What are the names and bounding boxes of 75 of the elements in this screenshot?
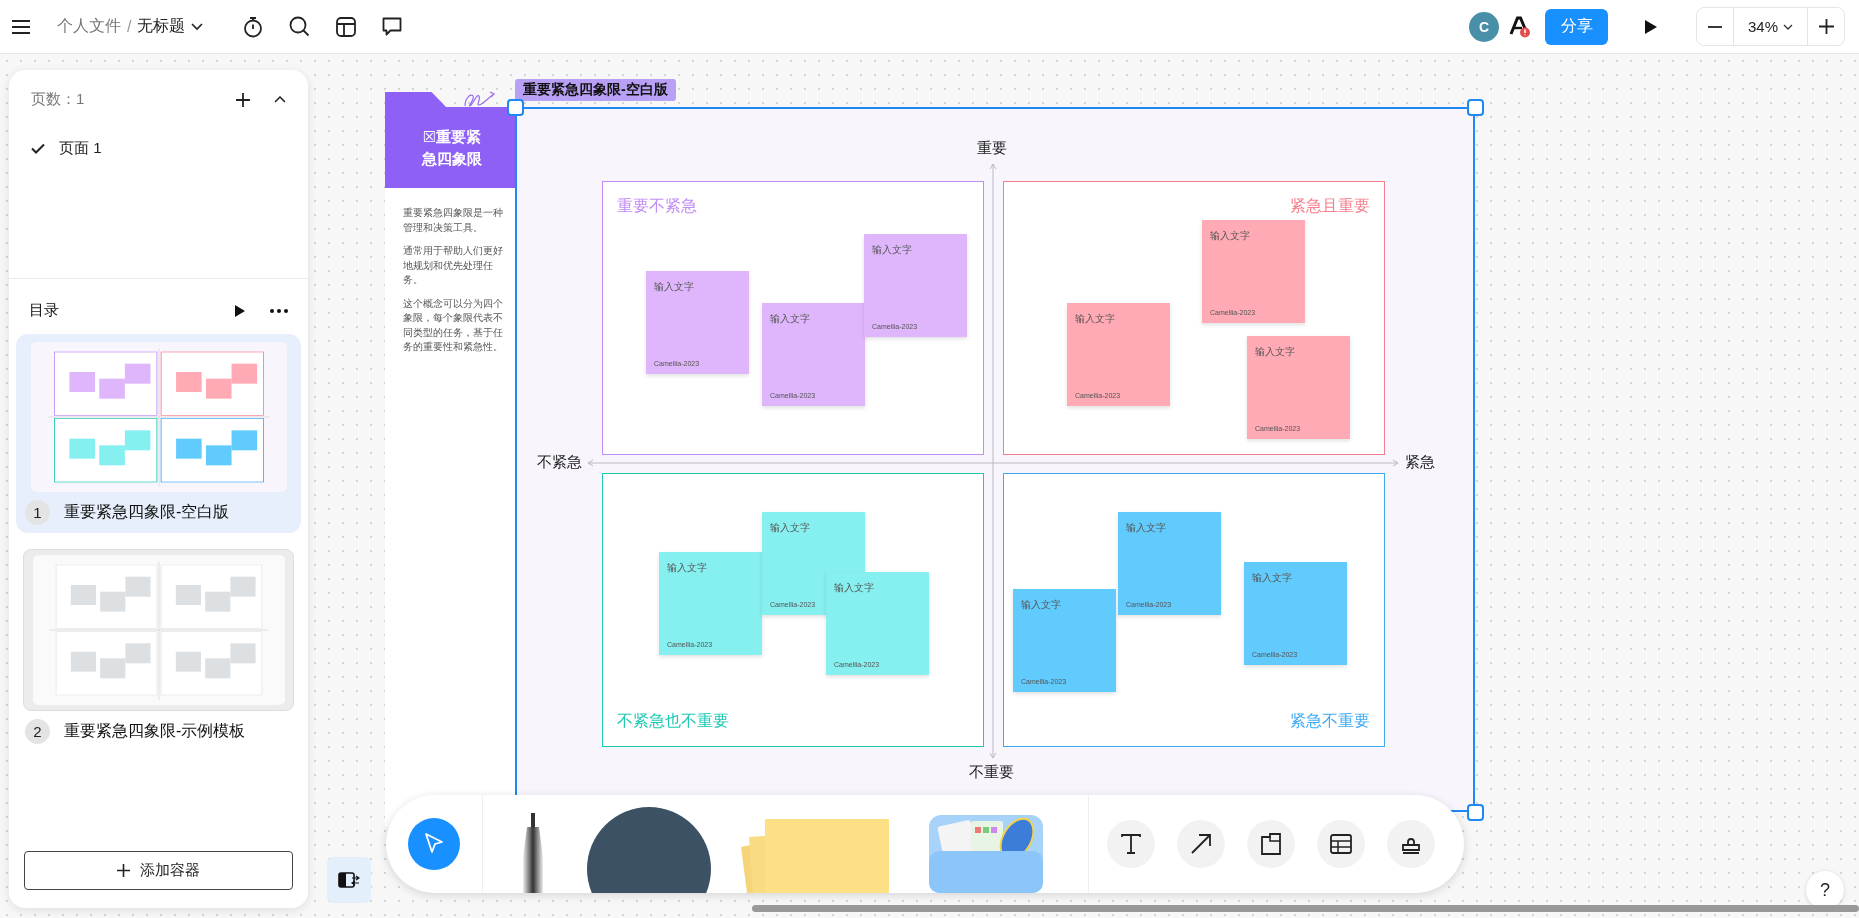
add-container-button[interactable]: 添加容器: [24, 851, 293, 890]
shape-drawing[interactable]: [587, 805, 711, 893]
menu-icon[interactable]: [11, 18, 31, 35]
document-title[interactable]: 无标题: [137, 16, 186, 37]
page-count: 页数：1: [31, 90, 86, 109]
page-item[interactable]: 页面 1: [9, 139, 308, 158]
plus-icon: [117, 864, 130, 877]
info-card-title: ☒重要紧急四象限: [420, 126, 483, 169]
quadrant-title: 重要不紧急: [617, 196, 697, 216]
template-icon[interactable]: [336, 16, 357, 37]
note-text: 输入文字: [770, 312, 810, 326]
axis-label: 紧急: [1405, 453, 1435, 472]
note-text: 输入文字: [1210, 229, 1250, 243]
stamp-tool[interactable]: [1387, 820, 1435, 868]
note-text: 输入文字: [770, 521, 810, 535]
outline-item-label: 重要紧急四象限-示例模板: [64, 721, 246, 741]
info-paragraph: 这个概念可以分为四个象限，每个象限代表不同类型的任务，基于任务的重要性和紧急性。: [403, 296, 504, 354]
table-icon: [1330, 834, 1352, 854]
outline-index: 1: [25, 500, 50, 525]
note-text: 输入文字: [1021, 598, 1061, 612]
user-avatar[interactable]: C: [1469, 11, 1499, 42]
frame-icon: [1261, 833, 1281, 855]
present-icon[interactable]: [1644, 18, 1658, 35]
quadrant-title: 不紧急也不重要: [617, 711, 729, 731]
table-tool[interactable]: [1317, 820, 1365, 868]
pointer-icon: [423, 832, 445, 856]
comment-icon[interactable]: [382, 17, 403, 36]
note-text: 输入文字: [1252, 571, 1292, 585]
note-text: 输入文字: [654, 280, 694, 294]
resize-handle[interactable]: [507, 99, 524, 116]
text-icon: [1120, 833, 1142, 855]
resize-handle[interactable]: [1467, 804, 1484, 821]
select-tool[interactable]: [408, 818, 460, 870]
font-warning-icon[interactable]: [1509, 15, 1531, 38]
outline-index: 2: [25, 719, 50, 744]
zoom-level-dropdown[interactable]: 34%: [1733, 8, 1808, 45]
panel-switch-icon: [338, 871, 360, 889]
note-text: 输入文字: [667, 561, 707, 575]
timer-icon[interactable]: [243, 15, 264, 38]
info-paragraph: 重要紧急四象限是一种管理和决策工具。: [403, 206, 504, 235]
outline-item[interactable]: 1 重要紧急四象限-空白版: [16, 334, 301, 533]
horizontal-scrollbar[interactable]: [752, 905, 1859, 912]
plus-icon: [1818, 19, 1834, 34]
check-icon: [31, 143, 45, 154]
materials-drawing[interactable]: [927, 813, 1045, 893]
search-icon[interactable]: [289, 16, 311, 37]
quadrant-title: 紧急且重要: [1290, 196, 1370, 216]
more-icon[interactable]: [270, 308, 288, 313]
outline-item-label: 重要紧急四象限-空白版: [64, 502, 230, 522]
share-button[interactable]: 分享: [1545, 8, 1608, 45]
outline-title: 目录: [29, 301, 60, 320]
axis-label: 不紧急: [537, 453, 582, 472]
text-tool[interactable]: [1107, 820, 1155, 868]
arrow-icon: [1190, 833, 1212, 855]
note-text: 输入文字: [872, 243, 912, 257]
axis-label: 重要: [977, 139, 1007, 158]
breadcrumb-separator: /: [127, 17, 132, 36]
note-text: 输入文字: [1075, 312, 1115, 326]
frame-tool[interactable]: [1247, 820, 1295, 868]
axis-label: 不重要: [969, 763, 1014, 782]
arrow-tool[interactable]: [1177, 820, 1225, 868]
minus-icon: [1708, 25, 1722, 28]
add-icon[interactable]: [236, 92, 250, 107]
quadrant-title: 紧急不重要: [1290, 711, 1370, 731]
panel-toggle-button[interactable]: [327, 857, 371, 903]
breadcrumb-link[interactable]: 个人文件: [57, 16, 121, 37]
frame-label[interactable]: 重要紧急四象限-空白版: [515, 79, 676, 101]
info-paragraph: 通常用于帮助人们更好地规划和优先处理任务。: [403, 244, 504, 287]
note-text: 输入文字: [1126, 521, 1166, 535]
resize-handle[interactable]: [1467, 99, 1484, 116]
collapse-icon[interactable]: [274, 96, 286, 103]
note-text: 输入文字: [1255, 345, 1295, 359]
caret-icon[interactable]: [191, 22, 204, 31]
caret-icon: [1783, 23, 1793, 30]
play-icon[interactable]: [234, 303, 246, 318]
